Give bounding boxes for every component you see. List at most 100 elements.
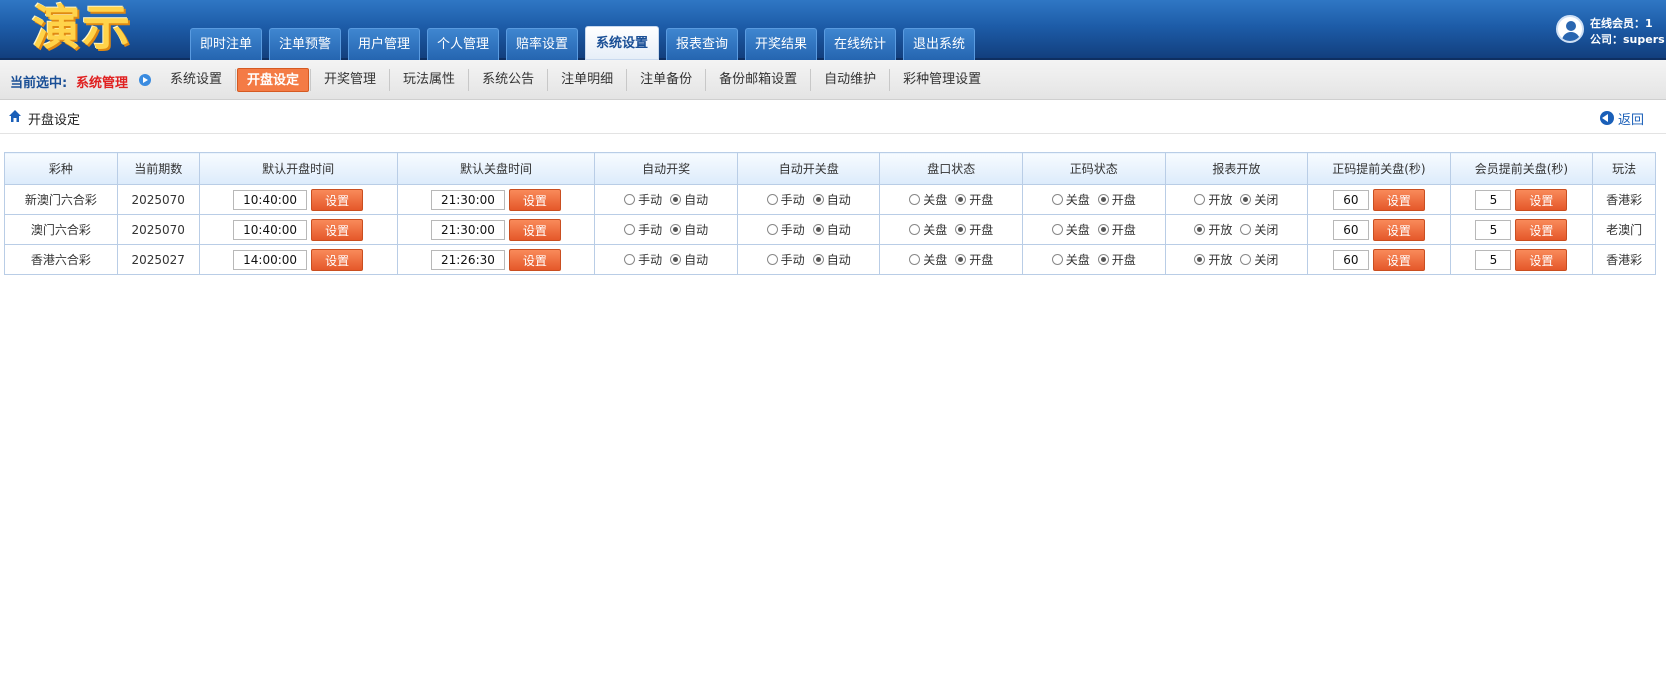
- radio-button[interactable]: [1051, 194, 1063, 205]
- lottery-name: 新澳门六合彩: [4, 184, 118, 215]
- radio-button[interactable]: [1097, 254, 1109, 265]
- radio-group: 关盘 开盘: [909, 191, 993, 208]
- set-member-advance-button[interactable]: 设置: [1515, 248, 1568, 271]
- radio-button[interactable]: [909, 194, 921, 205]
- main-advance-input[interactable]: [1332, 249, 1369, 270]
- radio-button[interactable]: [909, 224, 921, 235]
- radio-label: 自动: [826, 253, 851, 267]
- radio-button[interactable]: [1051, 224, 1063, 235]
- member-advance-input[interactable]: [1475, 189, 1512, 210]
- radio-label: 自动: [826, 193, 851, 207]
- open-time-input[interactable]: [233, 249, 308, 270]
- radio-button[interactable]: [1194, 254, 1206, 265]
- back-button[interactable]: 返回: [1600, 109, 1644, 128]
- radio-button[interactable]: [812, 254, 824, 265]
- radio-button[interactable]: [1097, 224, 1109, 235]
- main-advance-input[interactable]: [1332, 189, 1369, 210]
- subnav-bet-backup[interactable]: 注单备份: [628, 68, 704, 92]
- set-open-time-button[interactable]: 设置: [311, 248, 364, 271]
- current-period: 2025027: [116, 244, 200, 275]
- member-advance-input[interactable]: [1475, 219, 1512, 240]
- radio-button[interactable]: [670, 254, 682, 265]
- column-header: 彩种: [4, 152, 118, 185]
- radio-button[interactable]: [1194, 194, 1206, 205]
- radio-button[interactable]: [670, 194, 682, 205]
- report-open-cell: 开放 关闭: [1164, 214, 1309, 245]
- subnav-lottery-management[interactable]: 彩种管理设置: [891, 68, 993, 92]
- radio-button[interactable]: [766, 224, 778, 235]
- set-member-advance-button[interactable]: 设置: [1515, 188, 1568, 211]
- radio-button[interactable]: [812, 224, 824, 235]
- radio-button[interactable]: [1240, 194, 1252, 205]
- set-close-time-button[interactable]: 设置: [508, 218, 561, 241]
- radio-group: 关盘 开盘: [909, 251, 993, 268]
- subnav-auto-maintenance[interactable]: 自动维护: [812, 68, 888, 92]
- radio-button[interactable]: [670, 224, 682, 235]
- member-advance-input[interactable]: [1475, 249, 1512, 270]
- radio-button[interactable]: [624, 254, 636, 265]
- radio-group: 开放 关闭: [1194, 221, 1278, 238]
- open-time-cell: 设置: [198, 214, 398, 245]
- open-time-input[interactable]: [233, 219, 308, 240]
- set-member-advance-button[interactable]: 设置: [1515, 218, 1568, 241]
- subnav-system-settings[interactable]: 系统设置: [158, 68, 234, 92]
- nav-tab-logout[interactable]: 退出系统: [903, 28, 975, 60]
- set-main-advance-button[interactable]: 设置: [1372, 188, 1425, 211]
- set-open-time-button[interactable]: 设置: [311, 218, 364, 241]
- nav-tab-personal[interactable]: 个人管理: [427, 28, 499, 60]
- set-open-time-button[interactable]: 设置: [311, 188, 364, 211]
- set-close-time-button[interactable]: 设置: [508, 248, 561, 271]
- radio-button[interactable]: [955, 224, 967, 235]
- nav-tab-user-management[interactable]: 用户管理: [348, 28, 420, 60]
- radio-button[interactable]: [1240, 254, 1252, 265]
- open-time-input[interactable]: [233, 189, 308, 210]
- radio-button[interactable]: [1240, 224, 1252, 235]
- radio-button[interactable]: [955, 254, 967, 265]
- nav-tab-odds-settings[interactable]: 赔率设置: [506, 28, 578, 60]
- radio-label: 手动: [638, 193, 663, 207]
- radio-button[interactable]: [955, 194, 967, 205]
- close-time-input[interactable]: [430, 219, 505, 240]
- nav-tab-online-stats[interactable]: 在线统计: [824, 28, 896, 60]
- subnav-backup-email[interactable]: 备份邮箱设置: [707, 68, 809, 92]
- nav-tab-system-settings[interactable]: 系统设置: [585, 26, 659, 60]
- subnav-bet-details[interactable]: 注单明细: [549, 68, 625, 92]
- nav-tab-live-bets[interactable]: 即时注单: [190, 28, 262, 60]
- main-number-status-cell: 关盘 开盘: [1022, 184, 1166, 215]
- radio-button[interactable]: [812, 194, 824, 205]
- nav-tab-draw-results[interactable]: 开奖结果: [745, 28, 817, 60]
- radio-label: 自动: [684, 193, 709, 207]
- set-main-advance-button[interactable]: 设置: [1372, 218, 1425, 241]
- radio-button[interactable]: [1194, 224, 1206, 235]
- radio-label: 开放: [1208, 223, 1233, 237]
- radio-label: 开盘: [1111, 193, 1136, 207]
- radio-button[interactable]: [1051, 254, 1063, 265]
- subnav-play-attributes[interactable]: 玩法属性: [391, 68, 467, 92]
- radio-button[interactable]: [766, 194, 778, 205]
- nav-tab-bet-alerts[interactable]: 注单预警: [269, 28, 341, 60]
- radio-label: 手动: [638, 253, 663, 267]
- sub-nav-items: 系统设置 开盘设定 开奖管理 玩法属性 系统公告 注单明细 注单备份 备份邮箱设…: [158, 68, 993, 92]
- main-advance-input[interactable]: [1332, 219, 1369, 240]
- column-header: 当前期数: [116, 152, 200, 185]
- auto-draw-cell: 手动 自动: [594, 184, 738, 215]
- radio-button[interactable]: [624, 224, 636, 235]
- subnav-market-setup[interactable]: 开盘设定: [237, 68, 310, 92]
- nav-tab-reports[interactable]: 报表查询: [666, 28, 738, 60]
- member-advance-cell: 设置: [1449, 244, 1594, 275]
- radio-button[interactable]: [766, 254, 778, 265]
- close-time-input[interactable]: [430, 189, 505, 210]
- radio-label: 自动: [684, 253, 709, 267]
- close-time-input[interactable]: [430, 249, 505, 270]
- radio-button[interactable]: [909, 254, 921, 265]
- radio-button[interactable]: [624, 194, 636, 205]
- subnav-announcements[interactable]: 系统公告: [470, 68, 546, 92]
- top-header: 演示 即时注单 注单预警 用户管理 个人管理 赔率设置 系统设置 报表查询 开奖…: [0, 0, 1666, 60]
- member-advance-cell: 设置: [1449, 184, 1594, 215]
- column-header: 玩法: [1592, 152, 1656, 185]
- set-close-time-button[interactable]: 设置: [508, 188, 561, 211]
- open-time-cell: 设置: [198, 244, 398, 275]
- set-main-advance-button[interactable]: 设置: [1372, 248, 1425, 271]
- radio-button[interactable]: [1097, 194, 1109, 205]
- subnav-draw-management[interactable]: 开奖管理: [312, 68, 388, 92]
